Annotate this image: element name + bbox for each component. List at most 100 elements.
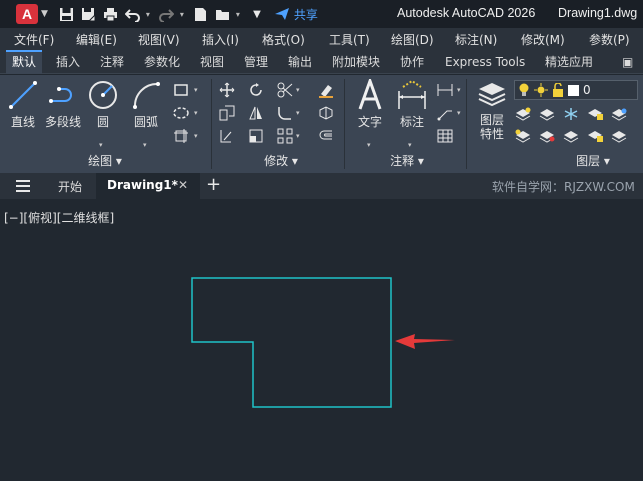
layer-thaw-icon[interactable] [562,127,580,145]
menu-format[interactable]: 格式(O) [262,31,305,48]
layer-dropdown[interactable]: 0 [514,80,638,100]
stretch-icon[interactable] [218,127,236,145]
chevron-down-icon[interactable]: ▼ [41,9,48,19]
open-dropdown-icon[interactable]: ▾ [236,10,244,19]
tab-view[interactable]: 视图 [194,50,230,74]
fillet-dropdown-icon[interactable]: ▾ [296,109,300,117]
menu-tools[interactable]: 工具(T) [329,31,370,48]
tab-addins[interactable]: 附加模块 [326,50,386,74]
undo-icon[interactable] [124,5,142,23]
redo-icon[interactable] [158,5,176,23]
menu-parametric[interactable]: 参数(P) [589,31,630,48]
fillet-icon[interactable] [276,104,294,122]
menu-hamburger-icon[interactable] [14,177,32,195]
tab-parametric[interactable]: 参数化 [138,50,186,74]
tab-start[interactable]: 开始 [58,178,82,195]
print-icon[interactable] [102,5,120,23]
new-icon[interactable] [192,5,210,23]
menu-edit[interactable]: 编辑(E) [76,31,117,48]
layer-unlock-icon[interactable] [586,127,604,145]
hatch-icon[interactable] [172,104,190,122]
move-icon[interactable] [218,81,236,99]
boundary-dropdown-icon[interactable]: ▾ [194,132,198,140]
sun-icon [534,83,548,97]
share-button[interactable]: 共享 [274,6,318,23]
tab-featured-apps[interactable]: 精选应用 [539,50,599,74]
layer-properties-button[interactable]: 图层 特性 [472,79,512,141]
tab-insert[interactable]: 插入 [50,50,86,74]
autocad-logo-button[interactable]: A [16,4,38,24]
text-tool-button[interactable]: 文字 [352,79,388,130]
drawing-tab-label[interactable]: Drawing1* [107,178,178,192]
layer-unisolate-icon[interactable] [538,127,556,145]
open-icon[interactable] [214,5,232,23]
draw-panel-title[interactable]: 绘图 ▾ [60,151,150,171]
tab-output[interactable]: 输出 [282,50,318,74]
ribbon-minimize-icon[interactable]: ▣ [618,50,637,74]
rotate-icon[interactable] [247,81,265,99]
undo-dropdown-icon[interactable]: ▾ [146,10,154,19]
layer-freeze-icon[interactable] [562,105,580,123]
circle-dropdown-icon[interactable]: ▾ [99,141,103,149]
menu-draw[interactable]: 绘图(D) [391,31,434,48]
line-tool-button[interactable]: 直线 [6,79,40,130]
tab-manage[interactable]: 管理 [238,50,274,74]
polyline-tool-button[interactable]: 多段线 [44,79,82,130]
save-as-icon[interactable] [80,5,98,23]
rectangle-dropdown-icon[interactable]: ▾ [194,86,198,94]
leader-icon[interactable] [436,104,454,122]
menu-view[interactable]: 视图(V) [138,31,180,48]
linear-dimension-dropdown-icon[interactable]: ▾ [457,86,461,94]
leader-dropdown-icon[interactable]: ▾ [457,109,461,117]
dimension-dropdown-icon[interactable]: ▾ [408,141,412,149]
drawing-canvas[interactable]: [−][俯视][二维线框] [0,199,643,481]
ribbon-separator [466,79,467,169]
redo-dropdown-icon[interactable]: ▾ [180,10,188,19]
dimension-tool-button[interactable]: 标注 [393,79,431,130]
tab-annotate[interactable]: 注释 [94,50,130,74]
hatch-dropdown-icon[interactable]: ▾ [194,109,198,117]
layers-panel-title[interactable]: 图层 ▾ [548,151,638,171]
tab-express-tools[interactable]: Express Tools [439,50,531,74]
array-dropdown-icon[interactable]: ▾ [296,132,300,140]
layer-change-icon[interactable] [610,127,628,145]
explode-icon[interactable] [317,104,335,122]
layer-match-icon[interactable] [610,105,628,123]
layer-off-icon[interactable] [514,105,532,123]
trim-dropdown-icon[interactable]: ▾ [296,86,300,94]
new-tab-plus-icon[interactable]: + [206,174,221,195]
boundary-icon[interactable] [172,127,190,145]
tab-collaborate[interactable]: 协作 [394,50,430,74]
polyline-shape[interactable] [191,277,392,408]
share-label: 共享 [293,7,318,22]
layer-previous-icon[interactable] [514,127,532,145]
rectangle-icon[interactable] [172,81,190,99]
circle-tool-button[interactable]: 圆 [86,79,120,130]
modify-panel-title[interactable]: 修改 ▾ [236,151,326,171]
offset-icon[interactable] [317,127,335,145]
close-tab-icon[interactable]: ✕ [178,178,188,192]
linear-dimension-icon[interactable] [436,81,454,99]
trim-icon[interactable] [276,81,294,99]
table-icon[interactable] [436,127,454,145]
arc-tool-label: 圆弧 [133,115,158,129]
scale-icon[interactable] [247,127,265,145]
menu-dimension[interactable]: 标注(N) [455,31,497,48]
arc-dropdown-icon[interactable]: ▾ [143,141,147,149]
menu-modify[interactable]: 修改(M) [521,31,565,48]
menu-insert[interactable]: 插入(I) [202,31,239,48]
array-icon[interactable] [276,127,294,145]
mirror-icon[interactable] [247,104,265,122]
layer-isolate-icon[interactable] [538,105,556,123]
layer-properties-label-line2: 特性 [479,127,504,141]
arc-tool-button[interactable]: 圆弧 [128,79,164,130]
save-icon[interactable] [58,5,76,23]
annotation-panel-title[interactable]: 注释 ▾ [362,151,452,171]
erase-icon[interactable] [317,81,335,99]
copy-icon[interactable] [218,104,236,122]
tab-default[interactable]: 默认 [6,50,43,74]
menu-file[interactable]: 文件(F) [14,31,54,48]
customize-qat-icon[interactable]: ▼ [248,5,266,23]
layer-lock-icon[interactable] [586,105,604,123]
text-dropdown-icon[interactable]: ▾ [367,141,371,149]
